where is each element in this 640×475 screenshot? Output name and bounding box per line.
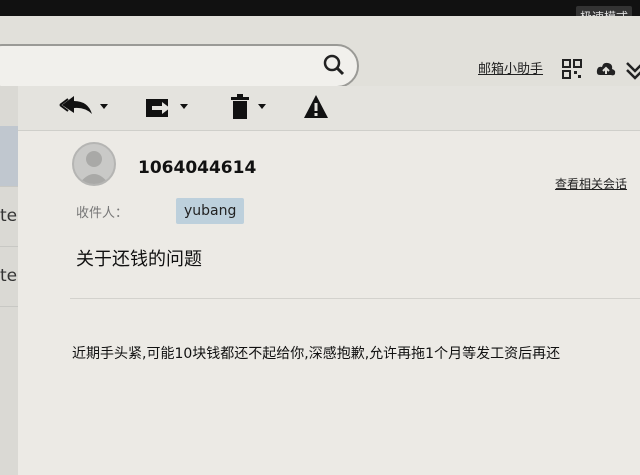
top-header [0,16,640,88]
more-icon[interactable] [624,58,640,80]
qrcode-icon[interactable] [561,58,583,80]
sender-name[interactable]: 1064044614 [138,158,256,178]
mail-list-item[interactable] [0,126,18,187]
mail-body: 近期手头紧,可能10块钱都还不起给你,深感抱歉,允许再拖1个月等发工资后再还 [72,346,561,362]
monitor-bezel [0,0,640,16]
mail-reading-pane [18,131,640,475]
mail-list-sidebar: te te [0,86,18,475]
user-icon [79,151,109,184]
mail-toolbar [18,86,640,131]
mail-subject: 关于还钱的问题 [76,249,202,270]
cloud-icon[interactable] [595,58,617,80]
mail-list-item[interactable]: te [0,246,18,307]
report-icon[interactable] [302,92,330,122]
mail-helper-link[interactable]: 邮箱小助手 [478,58,543,77]
search-icon[interactable] [321,52,347,78]
recipient-label: 收件人： [76,206,129,221]
mail-list-item-text: te [0,206,18,226]
search-input[interactable] [0,44,359,88]
reply-icon[interactable] [58,92,110,122]
related-conversations-link[interactable]: 查看相关会话 [555,175,627,192]
divider [70,298,640,299]
mail-list-item-text: te [0,266,18,286]
delete-icon[interactable] [228,92,270,122]
avatar [72,142,116,186]
recipient-chip[interactable]: yubang [176,198,245,224]
mail-list-item[interactable]: te [0,186,18,247]
forward-icon[interactable] [144,92,192,122]
